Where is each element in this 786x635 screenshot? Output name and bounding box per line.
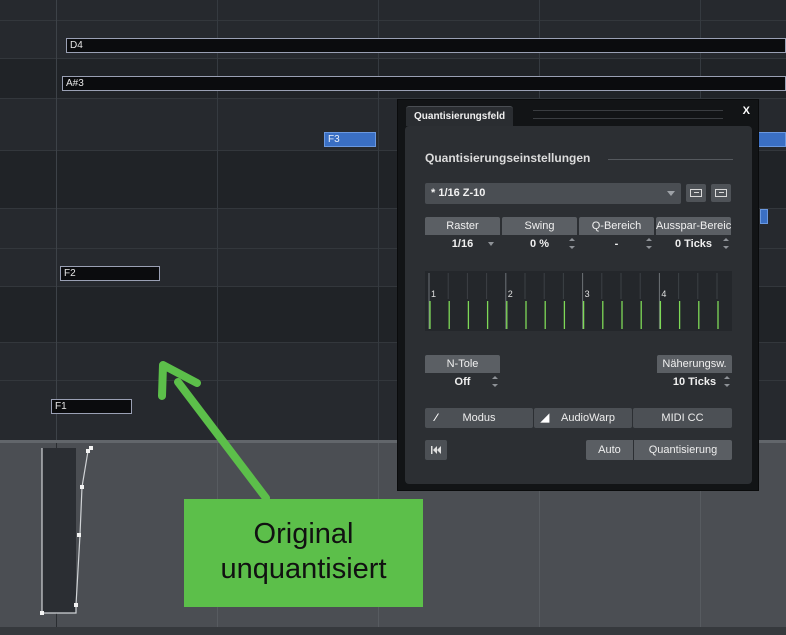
param-value[interactable]: Off: [425, 373, 500, 391]
spinner-icon[interactable]: [569, 236, 575, 252]
param-naeherung[interactable]: Näherungsw. 10 Ticks: [657, 355, 732, 391]
param-label: Swing: [502, 217, 577, 235]
quantize-grid-display: 1 2 3 4: [425, 271, 732, 331]
param-q-bereich[interactable]: Q-Bereich -: [579, 217, 654, 253]
chevron-down-icon[interactable]: [488, 242, 494, 246]
reset-quantize-button[interactable]: [425, 440, 447, 460]
midi-cc-button[interactable]: MIDI CC: [633, 408, 732, 428]
add-preset-icon: [690, 189, 702, 197]
param-value[interactable]: -: [579, 235, 654, 253]
beat-label: 2: [508, 289, 513, 299]
param-ausspar-bereich[interactable]: Ausspar-Bereich 0 Ticks: [656, 217, 731, 253]
quantize-button[interactable]: Quantisierung: [634, 440, 732, 460]
remove-preset-icon: [715, 189, 727, 197]
spinner-icon[interactable]: [646, 236, 652, 252]
auto-button[interactable]: Auto: [586, 440, 633, 460]
param-swing[interactable]: Swing 0 %: [502, 217, 577, 253]
quantize-panel: Quantisierungsfeld X Quantisierungseinst…: [397, 99, 759, 491]
rewind-icon: [431, 446, 441, 454]
ntole-value: Off: [454, 376, 471, 388]
param-value[interactable]: 0 Ticks: [656, 235, 731, 253]
preset-value: * 1/16 Z-10: [431, 187, 486, 199]
param-label: Q-Bereich: [579, 217, 654, 235]
param-n-tole[interactable]: N-Tole Off: [425, 355, 500, 391]
raster-value: 1/16: [451, 238, 474, 250]
modus-button[interactable]: ⁄ Modus: [425, 408, 533, 428]
callout-line: unquantisiert: [220, 553, 387, 585]
panel-tab[interactable]: Quantisierungsfeld: [406, 106, 514, 126]
chevron-down-icon: [667, 191, 675, 196]
remove-preset-button[interactable]: [711, 184, 731, 202]
button-label: AudioWarp: [560, 412, 615, 424]
param-value[interactable]: 0 %: [502, 235, 577, 253]
panel-body: Quantisierungseinstellungen * 1/16 Z-10 …: [405, 126, 752, 484]
ausspar-value: 0 Ticks: [674, 238, 713, 250]
callout-box: Original unquantisiert: [184, 499, 423, 607]
spinner-icon[interactable]: [492, 374, 498, 390]
button-label: MIDI CC: [661, 412, 704, 424]
audiowarp-icon: ◢: [540, 412, 550, 424]
section-title: Quantisierungseinstellungen: [425, 151, 591, 165]
param-value[interactable]: 1/16: [425, 235, 500, 253]
divider: [608, 159, 733, 160]
param-label: N-Tole: [425, 355, 500, 373]
param-label: Ausspar-Bereich: [656, 217, 731, 235]
param-label: Raster: [425, 217, 500, 235]
preset-dropdown[interactable]: * 1/16 Z-10: [425, 183, 681, 204]
param-value[interactable]: 10 Ticks: [657, 373, 732, 391]
callout-line: Original: [253, 518, 354, 550]
param-label: Näherungsw.: [657, 355, 732, 373]
spinner-icon[interactable]: [723, 236, 729, 252]
swing-value: 0 %: [530, 238, 549, 250]
spinner-icon[interactable]: [724, 374, 730, 390]
button-label: Modus: [462, 412, 496, 424]
naeherung-value: 10 Ticks: [672, 376, 717, 388]
param-raster[interactable]: Raster 1/16: [425, 217, 500, 253]
close-button[interactable]: X: [743, 105, 750, 117]
beat-label: 4: [661, 289, 666, 299]
quantize-mode-icon: ⁄: [435, 412, 437, 424]
save-preset-button[interactable]: [686, 184, 706, 202]
quantize-grid: 1 2 3 4: [428, 273, 719, 329]
panel-drag-handle[interactable]: [533, 110, 723, 119]
beat-label: 3: [585, 289, 590, 299]
daw-editor: D4 A#3 F3 F2 F1 Original unquantisiert Q…: [0, 0, 786, 635]
audiowarp-button[interactable]: ◢ AudioWarp: [534, 408, 632, 428]
beat-label: 1: [431, 289, 436, 299]
q-bereich-value: -: [614, 238, 619, 250]
